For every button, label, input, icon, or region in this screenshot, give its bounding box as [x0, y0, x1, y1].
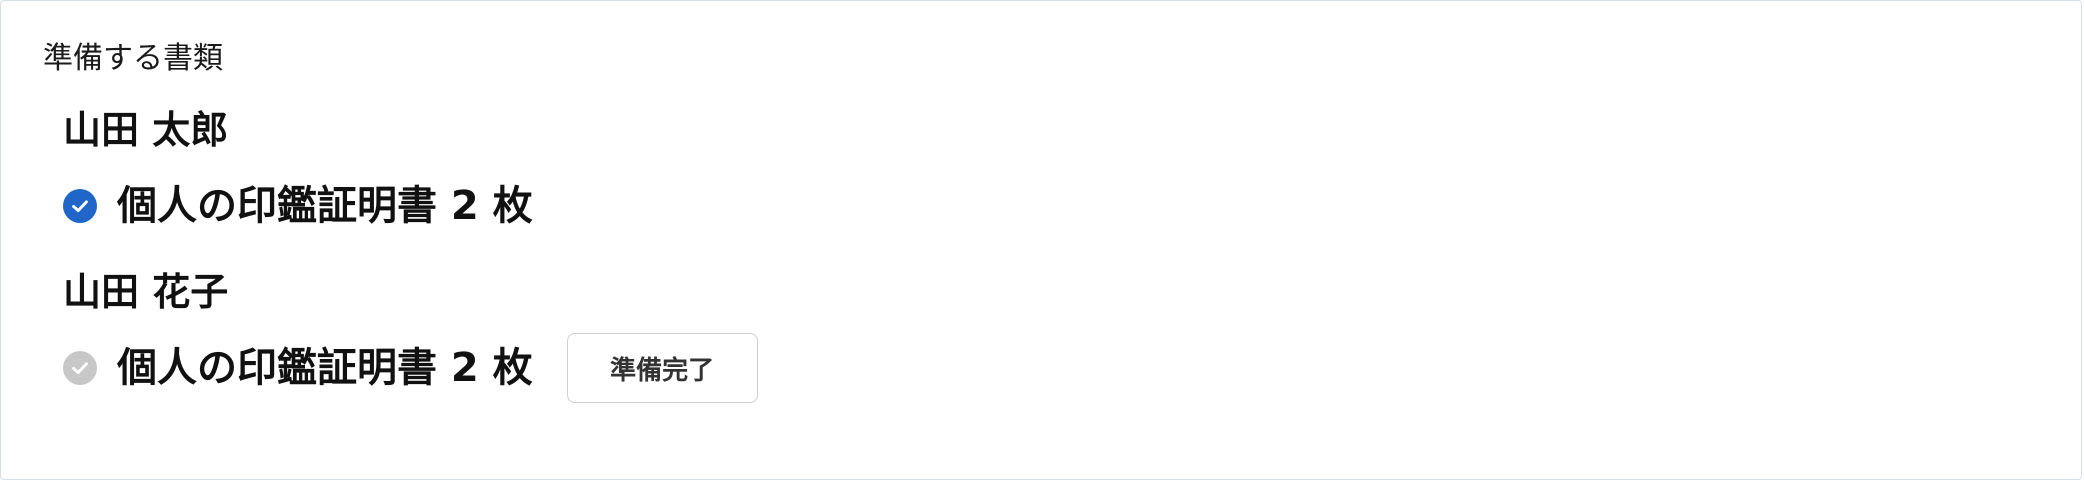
document-label: 個人の印鑑証明書 2 枚: [117, 345, 533, 391]
person-block: 山田 太郎 個人の印鑑証明書 2 枚: [63, 107, 533, 241]
document-row: 個人の印鑑証明書 2 枚 準備完了: [63, 333, 758, 403]
documents-panel: 準備する書類 山田 太郎 個人の印鑑証明書 2 枚 山田 花子 個人の印鑑証明書…: [0, 0, 2082, 480]
section-title: 準備する書類: [43, 41, 223, 76]
check-circle-icon: [63, 189, 97, 223]
mark-ready-button[interactable]: 準備完了: [566, 333, 758, 403]
person-block: 山田 花子 個人の印鑑証明書 2 枚 準備完了: [63, 269, 758, 403]
document-row: 個人の印鑑証明書 2 枚: [63, 171, 533, 241]
document-label: 個人の印鑑証明書 2 枚: [117, 183, 533, 229]
person-name: 山田 花子: [63, 270, 229, 314]
check-circle-icon: [63, 351, 97, 385]
person-name: 山田 太郎: [63, 108, 229, 152]
